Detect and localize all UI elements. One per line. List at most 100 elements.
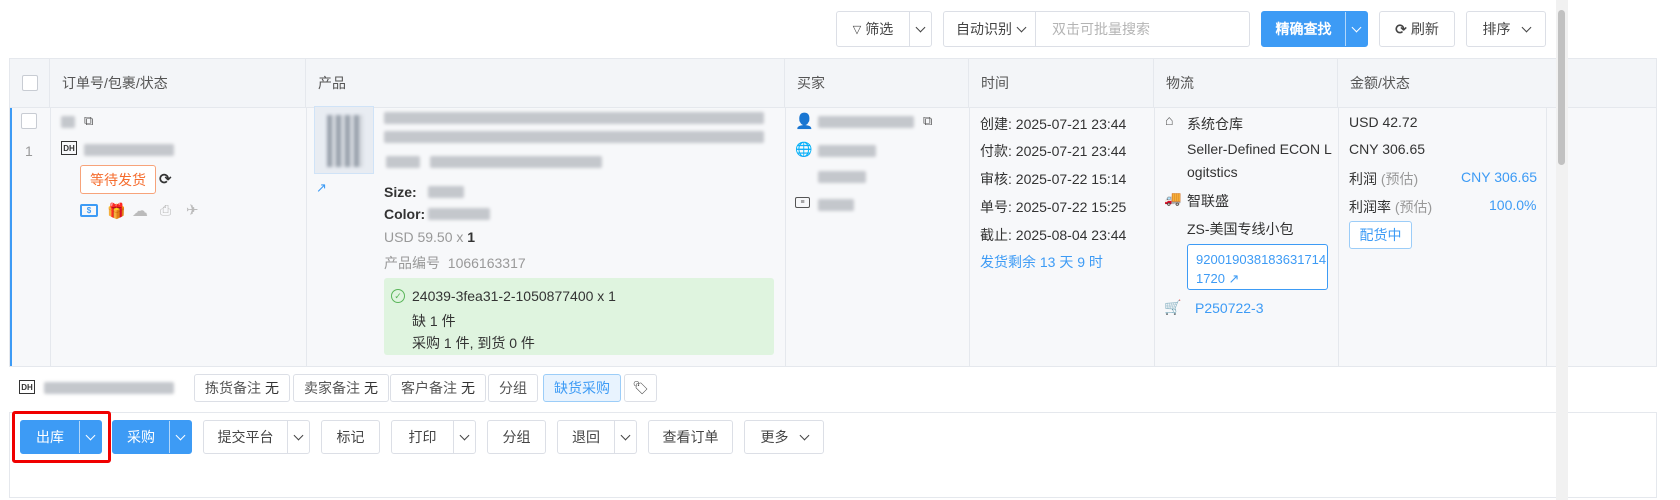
search-mode-select[interactable]: 自动识别 <box>944 12 1036 46</box>
cart-icon: 🛒 <box>1164 299 1182 315</box>
table-header: 订单号/包裹/状态 产品 买家 时间 物流 金额/状态 <box>10 59 1656 108</box>
tracking-number-line-2: 1720 ↗ <box>1196 271 1240 286</box>
refresh-icon[interactable]: ⟳ <box>159 170 172 188</box>
size-value-blurred <box>428 186 464 198</box>
vertical-scrollbar[interactable] <box>1556 0 1568 500</box>
product-thumbnail[interactable] <box>314 106 374 174</box>
order-number-blurred <box>84 144 174 156</box>
chevron-down-icon <box>1521 22 1531 32</box>
warehouse-detail-1: Seller-Defined ECON L <box>1187 141 1332 157</box>
profit-value: CNY 306.65 <box>1461 169 1538 185</box>
ship-out-dropdown[interactable] <box>79 421 101 453</box>
allocation-status-button[interactable]: 配货中 <box>1349 221 1412 249</box>
dh-logo-icon: DH <box>19 380 35 394</box>
print-button[interactable]: 打印 <box>391 420 476 454</box>
mark-button[interactable]: 标记 <box>321 420 380 454</box>
filter-button[interactable]: ▽ 筛选 <box>836 11 932 47</box>
time-numbered: 单号: 2025-07-22 15:25 <box>980 199 1127 215</box>
pick-note-tag[interactable]: 拣货备注无 <box>194 374 290 402</box>
sku-line: 24039-3fea31-2-1050877400 x 1 <box>412 288 616 304</box>
status-tag: 等待发货 <box>80 165 156 194</box>
header-buyer: 买家 <box>785 59 969 108</box>
margin-value: 100.0% <box>1489 197 1537 213</box>
user-icon: 👤 <box>795 113 814 130</box>
time-created: 创建: 2025-07-21 23:44 <box>980 116 1127 132</box>
external-link-icon: ↗ <box>1228 271 1240 286</box>
select-all-checkbox[interactable] <box>22 75 38 91</box>
purchase-dropdown[interactable] <box>169 421 191 453</box>
refresh-icon: ⟳ <box>1395 20 1407 37</box>
seller-note-tag[interactable]: 卖家备注无 <box>293 374 389 402</box>
shortage-line: 缺 1 件 <box>412 313 456 329</box>
group-tag[interactable]: 分组 <box>488 374 538 402</box>
id-card-icon: ≡ <box>795 197 810 208</box>
header-checkbox-cell <box>10 59 50 108</box>
scrollbar-thumb[interactable] <box>1558 10 1565 165</box>
carrier-name: 智联盛 <box>1187 193 1229 209</box>
plane-icon[interactable]: ✈ <box>186 201 199 219</box>
chevron-down-icon <box>1016 22 1027 32</box>
product-title-blurred-1 <box>384 112 764 124</box>
search-box: 自动识别 <box>943 11 1250 47</box>
copy-icon[interactable]: ⧉ <box>923 113 932 129</box>
search-input[interactable] <box>1036 12 1249 46</box>
buyer-region-blurred <box>818 145 876 157</box>
filter-dropdown-toggle[interactable] <box>909 12 931 46</box>
group-button[interactable]: 分组 <box>487 420 546 454</box>
order-row-checkbox[interactable] <box>21 113 37 129</box>
color-label: Color: <box>384 206 426 222</box>
buyer-country-blurred <box>818 171 866 183</box>
cloud-icon[interactable]: ☁ <box>132 201 148 221</box>
submit-platform-button[interactable]: 提交平台 <box>203 420 310 454</box>
shortage-purchase-tag[interactable]: 缺货采购 <box>543 374 621 402</box>
tracking-number-link[interactable]: 920019038183631714 1720 ↗ <box>1187 244 1328 290</box>
time-deadline: 截止: 2025-08-04 23:44 <box>980 227 1127 243</box>
copy-icon[interactable]: ⧉ <box>84 113 93 129</box>
warehouse-name: 系统仓库 <box>1187 116 1243 132</box>
product-number: 产品编号 1066163317 <box>384 255 526 271</box>
exact-search-label: 精确查找 <box>1275 21 1332 37</box>
buyer-name-blurred <box>818 116 914 128</box>
purchase-order-link[interactable]: P250722-3 <box>1195 300 1264 316</box>
label-tag-button[interactable]: 🏷 <box>624 374 657 402</box>
view-order-button[interactable]: 查看订单 <box>648 420 733 454</box>
submit-platform-dropdown[interactable] <box>287 421 309 453</box>
header-logistics: 物流 <box>1154 59 1338 108</box>
tag-icon: 🏷 <box>632 380 649 395</box>
return-dropdown[interactable] <box>614 421 636 453</box>
time-reviewed: 审核: 2025-07-22 15:14 <box>980 171 1127 187</box>
product-price: USD 59.50 x 1 <box>384 229 476 245</box>
print-dropdown[interactable] <box>453 421 475 453</box>
time-paid: 付款: 2025-07-21 23:44 <box>980 143 1127 159</box>
refresh-label: 刷新 <box>1410 21 1439 37</box>
printer-icon[interactable]: ⎙ <box>160 202 171 219</box>
more-button[interactable]: 更多 <box>744 420 824 454</box>
dh-logo-icon: DH <box>61 141 77 155</box>
home-icon: ⌂ <box>1165 112 1174 128</box>
chevron-down-icon <box>620 430 631 440</box>
filter-icon: ▽ <box>852 23 862 36</box>
size-label: Size: <box>384 184 417 200</box>
check-circle-icon: ✓ <box>391 289 405 303</box>
refresh-button[interactable]: ⟳ 刷新 <box>1379 11 1455 47</box>
chevron-down-icon <box>175 430 186 440</box>
search-mode-label: 自动识别 <box>956 21 1012 37</box>
amount-cny: CNY 306.65 <box>1349 141 1426 157</box>
chevron-down-icon <box>85 430 96 440</box>
tracking-number-line-1: 920019038183631714 <box>1196 252 1327 267</box>
sort-button[interactable]: 排序 <box>1466 11 1546 47</box>
purchase-button[interactable]: 采购 <box>112 420 192 454</box>
return-button[interactable]: 退回 <box>557 420 637 454</box>
external-link-icon[interactable]: ↗ <box>316 180 327 196</box>
warehouse-detail-2: ogitstics <box>1187 164 1238 180</box>
ship-out-button[interactable]: 出库 <box>20 420 102 454</box>
money-icon[interactable]: $ <box>80 204 98 217</box>
chevron-down-icon <box>1351 22 1362 32</box>
chevron-down-icon <box>799 430 809 440</box>
package-number-blurred <box>44 382 174 394</box>
exact-search-button[interactable]: 精确查找 <box>1261 11 1368 47</box>
customer-note-tag[interactable]: 客户备注无 <box>390 374 486 402</box>
gift-icon[interactable]: 🎁 <box>107 202 126 220</box>
exact-search-dropdown[interactable] <box>1345 12 1367 46</box>
row-index: 1 <box>25 143 33 159</box>
